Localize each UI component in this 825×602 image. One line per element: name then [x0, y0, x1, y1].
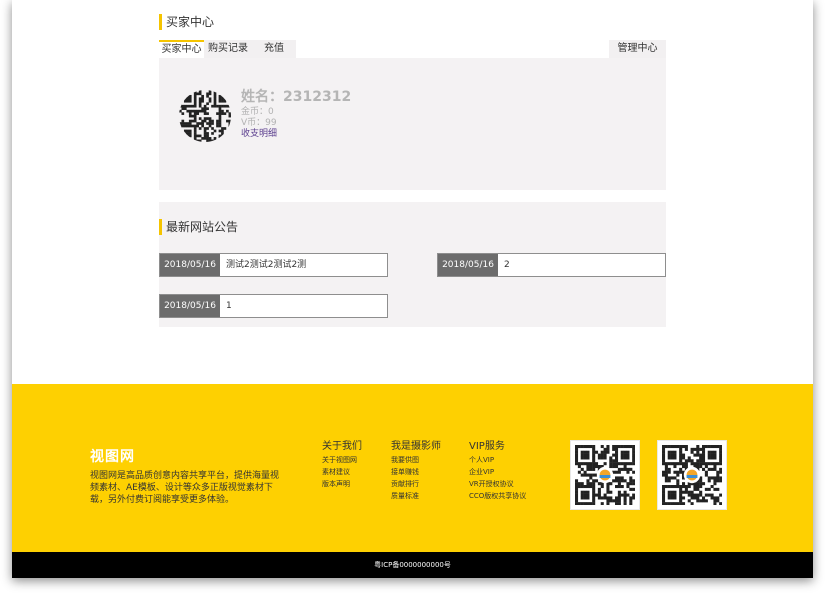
- announcements-panel: 最新网站公告 2018/05/16 测试2测试2测试2测 2018/05/16 …: [159, 202, 666, 327]
- user-name: 姓名：2312312: [241, 89, 352, 105]
- footer-qr-code-2: [657, 440, 727, 510]
- icp-text: 粤ICP备0000000000号: [374, 561, 451, 569]
- announcement-item[interactable]: 2018/05/16 1: [159, 294, 388, 318]
- announcements-title: 最新网站公告: [159, 219, 238, 235]
- footer-description: 视图网是高品质创意内容共享平台，提供海量视频素材、AE模板、设计等众多正版视觉素…: [90, 471, 280, 505]
- announcement-text: 2: [504, 260, 510, 270]
- footer-link[interactable]: 接单赚钱: [391, 466, 441, 478]
- footer-link[interactable]: 关于视图网: [322, 454, 362, 466]
- footer: 视图网 视图网是高品质创意内容共享平台，提供海量视频素材、AE模板、设计等众多正…: [12, 384, 813, 552]
- qr-code-avatar-icon: [179, 90, 231, 142]
- page: 买家中心 买家中心 购买记录 充值 管理中心 姓名：2312312 金币：0 V…: [12, 0, 813, 578]
- announcement-item[interactable]: 2018/05/16 2: [437, 253, 666, 277]
- announcement-text: 测试2测试2测试2测: [226, 260, 307, 270]
- footer-link[interactable]: 质量标准: [391, 490, 441, 502]
- qr-code-icon: [662, 445, 722, 505]
- footer-column-about: 关于我们 关于视图网 素材建议 版本声明: [322, 440, 362, 490]
- footer-link[interactable]: 贡献排行: [391, 478, 441, 490]
- footer-column-vip: VIP服务 个人VIP 企业VIP VR开授权协议 CCO版权共享协议: [469, 440, 526, 502]
- announcement-date: 2018/05/16: [160, 254, 220, 276]
- profile-panel: 姓名：2312312 金币：0 V币：99 收支明细: [159, 58, 666, 190]
- manage-center-button[interactable]: 管理中心: [609, 40, 666, 58]
- buyer-center-title: 买家中心: [159, 14, 214, 30]
- footer-qr-code-1: [570, 440, 640, 510]
- tab-bar: 买家中心 购买记录 充值 管理中心: [159, 40, 666, 58]
- income-expense-link[interactable]: 收支明细: [241, 126, 277, 139]
- qr-code-icon: [575, 445, 635, 505]
- footer-link[interactable]: 版本声明: [322, 478, 362, 490]
- footer-column-title: 关于我们: [322, 441, 362, 452]
- footer-link[interactable]: VR开授权协议: [469, 478, 526, 490]
- footer-column-title: VIP服务: [469, 441, 505, 452]
- footer-link[interactable]: 企业VIP: [469, 466, 526, 478]
- footer-link[interactable]: 我要供图: [391, 454, 441, 466]
- announcement-date: 2018/05/16: [438, 254, 498, 276]
- tab-buyer-center[interactable]: 买家中心: [159, 40, 204, 58]
- footer-link[interactable]: CCO版权共享协议: [469, 490, 526, 502]
- tab-purchase-records[interactable]: 购买记录: [204, 40, 252, 58]
- footer-link[interactable]: 个人VIP: [469, 454, 526, 466]
- footer-link[interactable]: 素材建议: [322, 466, 362, 478]
- icp-bar: 粤ICP备0000000000号: [12, 552, 813, 578]
- announcement-item[interactable]: 2018/05/16 测试2测试2测试2测: [159, 253, 388, 277]
- tab-recharge[interactable]: 充值: [252, 40, 296, 58]
- announcement-text: 1: [226, 301, 232, 311]
- footer-column-title: 我是摄影师: [391, 441, 441, 452]
- footer-logo[interactable]: 视图网: [90, 446, 135, 466]
- avatar: [179, 90, 231, 142]
- announcement-date: 2018/05/16: [160, 295, 220, 317]
- footer-column-photographer: 我是摄影师 我要供图 接单赚钱 贡献排行 质量标准: [391, 440, 441, 502]
